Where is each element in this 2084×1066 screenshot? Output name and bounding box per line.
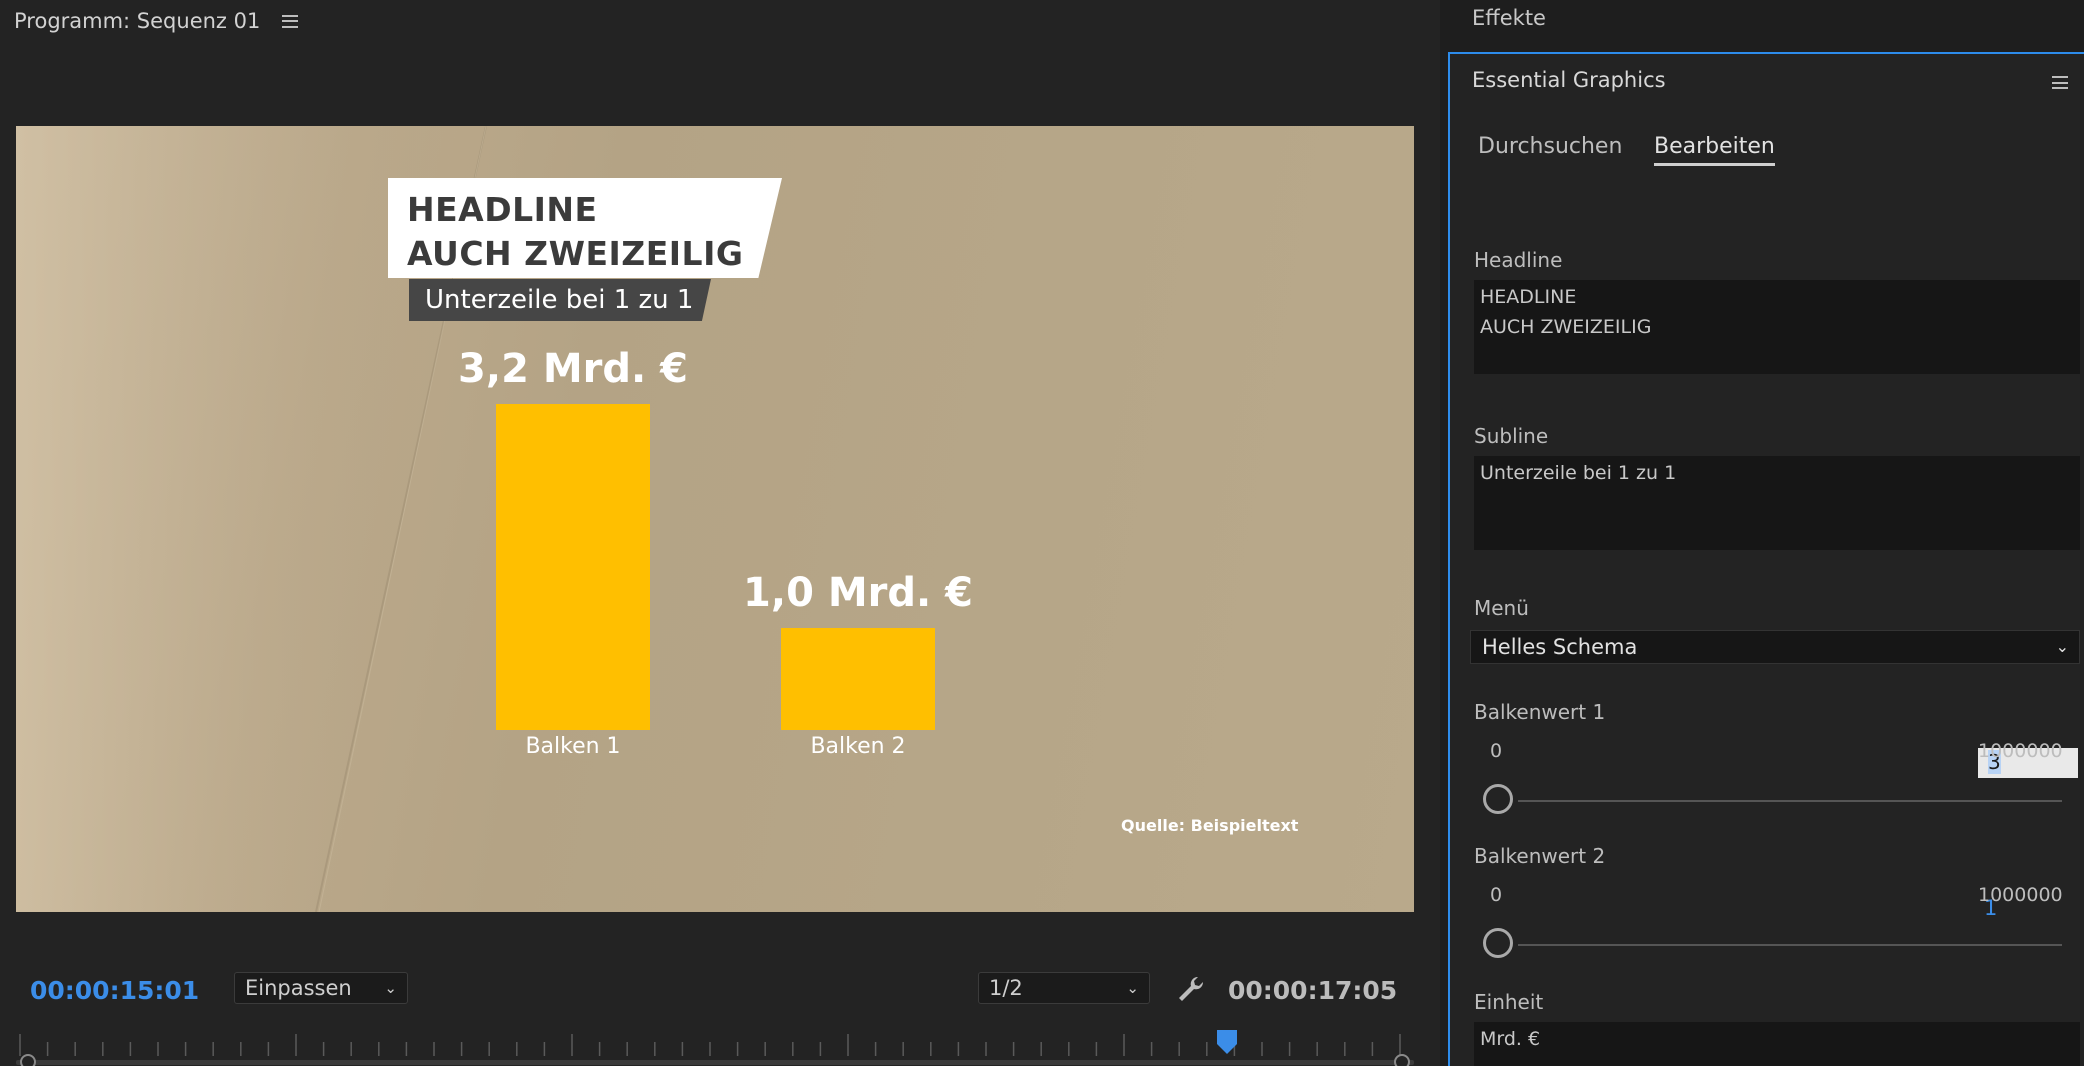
- current-timecode[interactable]: 00:00:15:01: [30, 976, 199, 1005]
- headline-label: Headline: [1474, 248, 1563, 272]
- timeline-ruler[interactable]: [16, 1030, 1414, 1066]
- chevron-down-icon: ⌄: [1126, 979, 1139, 997]
- unit-input[interactable]: Mrd. €: [1474, 1022, 2080, 1066]
- subline-text: Unterzeile bei 1 zu 1: [425, 285, 694, 315]
- headline-line-2: AUCH ZWEIZEILIG: [407, 234, 744, 273]
- headline-textarea[interactable]: HEADLINE AUCH ZWEIZEILIG: [1474, 280, 2080, 374]
- bar-value-2-label: Balkenwert 2: [1474, 844, 1606, 868]
- bar-value-2-slider-knob[interactable]: [1483, 928, 1513, 958]
- panel-menu-icon[interactable]: [2052, 76, 2068, 89]
- source-text: Quelle: Beispieltext: [1121, 816, 1299, 835]
- bar-2-value-label: 1,0 Mrd. €: [743, 570, 973, 616]
- headline-line-1: HEADLINE: [407, 190, 598, 229]
- bar-value-1-max: 1000000: [1978, 740, 2063, 762]
- resolution-dropdown[interactable]: 1/2 ⌄: [978, 972, 1150, 1004]
- program-menu-icon[interactable]: [282, 14, 299, 28]
- subline-box: Unterzeile bei 1 zu 1: [409, 279, 711, 321]
- chevron-down-icon: ⌄: [2055, 637, 2069, 656]
- bar-value-1-min: 0: [1490, 740, 1503, 762]
- tab-effects[interactable]: Effekte: [1472, 6, 1546, 30]
- headline-box: HEADLINE AUCH ZWEIZEILIG: [388, 178, 782, 278]
- bar-1: [496, 404, 650, 730]
- subline-textarea[interactable]: Unterzeile bei 1 zu 1: [1474, 456, 2080, 550]
- tab-browse[interactable]: Durchsuchen: [1478, 134, 1622, 159]
- program-header: Programm: Sequenz 01: [14, 6, 299, 36]
- ruler-ticks: [19, 1034, 1401, 1056]
- unit-label: Einheit: [1474, 990, 1544, 1014]
- bar-2-label: Balken 2: [810, 734, 906, 759]
- panel-title: Essential Graphics: [1472, 68, 1666, 92]
- bar-value-2-min: 0: [1490, 884, 1503, 906]
- scheme-value: Helles Schema: [1482, 635, 1638, 659]
- bar-value-1-slider-track[interactable]: [1518, 800, 2062, 802]
- zoom-value: Einpassen: [245, 976, 352, 1000]
- bar-value-2-slider-track[interactable]: [1518, 944, 2062, 946]
- bar-1-value-label: 3,2 Mrd. €: [458, 346, 688, 392]
- wrench-icon[interactable]: [1176, 974, 1206, 1004]
- bar-value-1-slider-knob[interactable]: [1483, 784, 1513, 814]
- program-monitor: Programm: Sequenz 01 HEADLINE AUCH ZWEIZ…: [0, 0, 1440, 1066]
- program-footer: 00:00:15:01 Einpassen ⌄ 1/2 ⌄ 00:00:17:0…: [0, 966, 1440, 1016]
- essential-graphics-panel: Essential Graphics Durchsuchen Bearbeite…: [1448, 52, 2084, 1066]
- right-panel: Effekte Essential Graphics Durchsuchen B…: [1446, 0, 2084, 1066]
- in-point-handle: [20, 1054, 36, 1066]
- tab-edit[interactable]: Bearbeiten: [1654, 134, 1775, 166]
- zoom-dropdown[interactable]: Einpassen ⌄: [234, 972, 408, 1004]
- resolution-value: 1/2: [989, 976, 1023, 1000]
- menu-label: Menü: [1474, 596, 1529, 620]
- program-viewer[interactable]: HEADLINE AUCH ZWEIZEILIG Unterzeile bei …: [16, 126, 1414, 912]
- out-point-handle: [1394, 1054, 1410, 1066]
- bar-1-label: Balken 1: [525, 734, 621, 759]
- duration-timecode: 00:00:17:05: [1228, 976, 1398, 1005]
- bar-2: [781, 628, 935, 730]
- subline-label: Subline: [1474, 424, 1549, 448]
- bar-value-2-max: 1000000: [1978, 884, 2063, 906]
- program-title: Programm: Sequenz 01: [14, 9, 261, 33]
- chevron-down-icon: ⌄: [384, 979, 397, 997]
- scheme-select[interactable]: Helles Schema ⌄: [1470, 630, 2080, 664]
- ruler-track: [16, 1060, 1414, 1065]
- bar-value-1-label: Balkenwert 1: [1474, 700, 1606, 724]
